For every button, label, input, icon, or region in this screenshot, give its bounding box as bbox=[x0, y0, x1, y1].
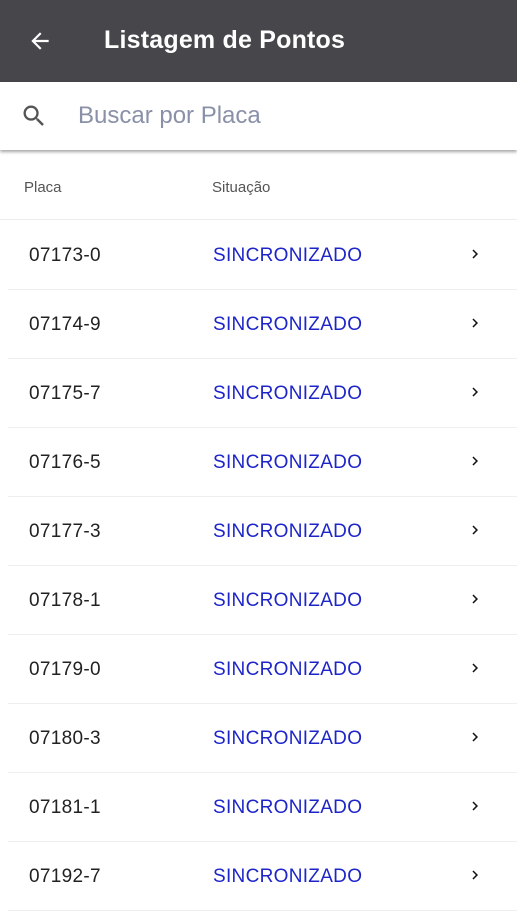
table-row[interactable]: 07181-1 SINCRONIZADO bbox=[8, 773, 517, 842]
table-row[interactable]: 07173-0 SINCRONIZADO bbox=[8, 221, 517, 290]
table-row[interactable]: 07175-7 SINCRONIZADO bbox=[8, 359, 517, 428]
search-icon[interactable] bbox=[20, 102, 48, 130]
row-placa: 07192-7 bbox=[29, 866, 101, 887]
back-button[interactable] bbox=[24, 25, 56, 57]
row-status: SINCRONIZADO bbox=[213, 797, 363, 818]
table-header: Placa Situação bbox=[0, 150, 517, 220]
chevron-right-icon[interactable] bbox=[466, 864, 484, 886]
chevron-right-icon[interactable] bbox=[466, 381, 484, 403]
row-status: SINCRONIZADO bbox=[213, 659, 363, 680]
row-placa: 07176-5 bbox=[29, 452, 101, 473]
table-row[interactable]: 07180-3 SINCRONIZADO bbox=[8, 704, 517, 773]
chevron-right-icon[interactable] bbox=[466, 243, 484, 265]
chevron-right-icon[interactable] bbox=[466, 450, 484, 472]
row-placa: 07181-1 bbox=[29, 797, 101, 818]
table-row[interactable]: 07177-3 SINCRONIZADO bbox=[8, 497, 517, 566]
table-row[interactable]: 07179-0 SINCRONIZADO bbox=[8, 635, 517, 704]
row-status: SINCRONIZADO bbox=[213, 452, 363, 473]
row-placa: 07178-1 bbox=[29, 590, 101, 611]
row-placa: 07177-3 bbox=[29, 521, 101, 542]
chevron-right-icon[interactable] bbox=[466, 795, 484, 817]
chevron-right-icon[interactable] bbox=[466, 657, 484, 679]
row-placa: 07173-0 bbox=[29, 245, 101, 266]
search-bar bbox=[0, 82, 517, 150]
table-row[interactable]: 07178-1 SINCRONIZADO bbox=[8, 566, 517, 635]
search-input[interactable] bbox=[78, 96, 498, 136]
row-status: SINCRONIZADO bbox=[213, 728, 363, 749]
table-row[interactable]: 07174-9 SINCRONIZADO bbox=[8, 290, 517, 359]
row-status: SINCRONIZADO bbox=[213, 245, 363, 266]
column-header-situacao: Situação bbox=[212, 179, 271, 196]
chevron-right-icon[interactable] bbox=[466, 312, 484, 334]
row-status: SINCRONIZADO bbox=[213, 383, 363, 404]
row-placa: 07174-9 bbox=[29, 314, 101, 335]
page-title: Listagem de Pontos bbox=[104, 26, 346, 54]
chevron-right-icon[interactable] bbox=[466, 726, 484, 748]
table-row[interactable]: 07176-5 SINCRONIZADO bbox=[8, 428, 517, 497]
row-placa: 07175-7 bbox=[29, 383, 101, 404]
points-list: 07173-0 SINCRONIZADO 07174-9 SINCRONIZADO 07… bbox=[0, 221, 517, 911]
arrow-left-icon bbox=[31, 32, 49, 50]
row-status: SINCRONIZADO bbox=[213, 521, 363, 542]
row-status: SINCRONIZADO bbox=[213, 866, 363, 887]
table-row[interactable]: 07192-7 SINCRONIZADO bbox=[8, 842, 517, 911]
row-placa: 07179-0 bbox=[29, 659, 101, 680]
column-header-placa: Placa bbox=[24, 179, 62, 196]
app-bar: Listagem de Pontos bbox=[0, 0, 517, 82]
row-status: SINCRONIZADO bbox=[213, 590, 363, 611]
row-placa: 07180-3 bbox=[29, 728, 101, 749]
row-status: SINCRONIZADO bbox=[213, 314, 363, 335]
chevron-right-icon[interactable] bbox=[466, 519, 484, 541]
chevron-right-icon[interactable] bbox=[466, 588, 484, 610]
